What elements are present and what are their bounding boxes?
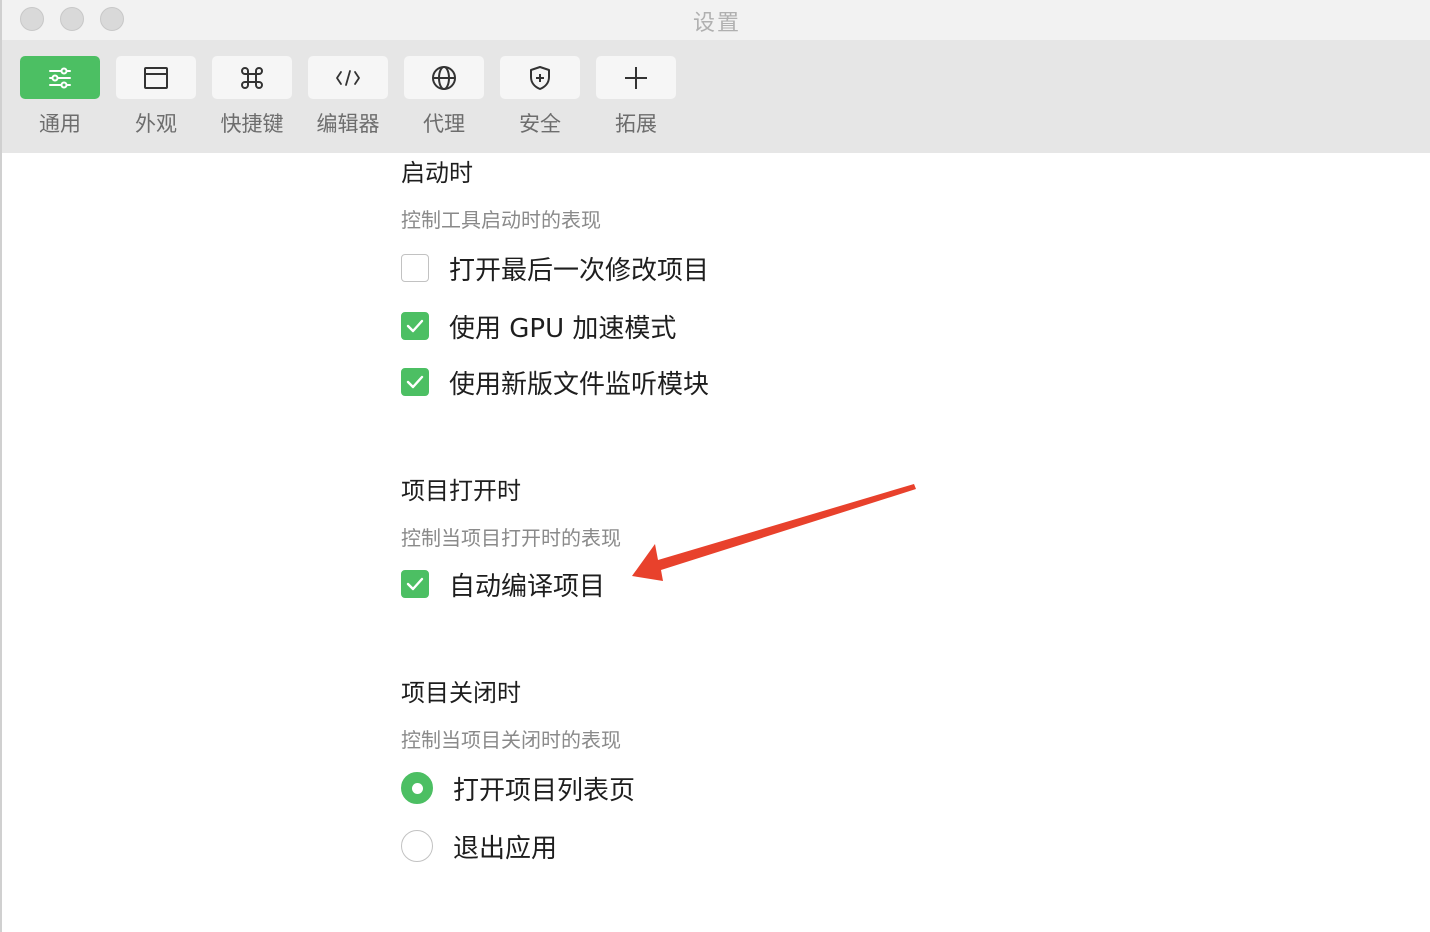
plus-icon	[625, 66, 647, 89]
tab-proxy[interactable]: 代理	[404, 56, 484, 146]
tab-shortcuts-button[interactable]	[212, 56, 292, 99]
annotation-arrow-icon	[632, 484, 916, 581]
option-label: 打开项目列表页	[453, 775, 636, 806]
tab-shortcuts-label: 快捷键	[220, 112, 284, 136]
tab-appearance[interactable]: 外观	[116, 56, 196, 146]
tab-editor-label: 编辑器	[316, 112, 380, 136]
option-auto-compile[interactable]: 自动编译项目	[401, 568, 606, 602]
tab-extensions-label: 拓展	[615, 112, 657, 136]
tab-editor[interactable]: 编辑器	[308, 56, 388, 146]
sliders-icon	[49, 67, 71, 88]
settings-toolbar: 通用 外观 快捷键 编辑器 代理 安全 拓展	[2, 40, 1430, 153]
tab-general-button[interactable]	[20, 56, 100, 99]
window-icon	[144, 66, 168, 89]
shield-icon	[530, 65, 550, 90]
tab-appearance-label: 外观	[135, 112, 177, 136]
section-title-startup: 启动时	[401, 159, 473, 187]
globe-icon	[432, 65, 456, 90]
checkbox-auto-compile[interactable]	[401, 570, 429, 598]
option-quit-app[interactable]: 退出应用	[401, 830, 558, 864]
radio-dot	[411, 782, 423, 794]
option-label: 退出应用	[453, 833, 558, 864]
tab-appearance-button[interactable]	[116, 56, 196, 99]
tab-security[interactable]: 安全	[500, 56, 580, 146]
option-open-project-list[interactable]: 打开项目列表页	[401, 772, 636, 806]
tab-proxy-label: 代理	[423, 112, 465, 136]
title-bar: 设置	[2, 0, 1430, 40]
checkmark-icon	[406, 319, 424, 333]
checkbox-new-file-watcher[interactable]	[401, 368, 429, 396]
tab-general-label: 通用	[39, 112, 81, 136]
option-label: 使用 GPU 加速模式	[449, 313, 677, 344]
tab-security-label: 安全	[519, 112, 561, 136]
checkbox-gpu-acceleration[interactable]	[401, 312, 429, 340]
option-label: 使用新版文件监听模块	[449, 369, 710, 400]
tab-extensions-button[interactable]	[596, 56, 676, 99]
tab-shortcuts[interactable]: 快捷键	[212, 56, 292, 146]
window-title: 设置	[692, 11, 741, 36]
option-label: 自动编译项目	[449, 571, 606, 602]
radio-quit-app[interactable]	[401, 830, 433, 862]
checkmark-icon	[406, 375, 424, 389]
tab-general[interactable]: 通用	[20, 56, 100, 146]
tab-extensions[interactable]: 拓展	[596, 56, 676, 146]
checkbox-open-last-project[interactable]	[401, 254, 429, 282]
option-label: 打开最后一次修改项目	[449, 255, 710, 286]
command-key-icon	[241, 66, 263, 89]
checkmark-icon	[406, 577, 424, 591]
section-title-project-close: 项目关闭时	[401, 679, 521, 707]
option-new-file-watcher[interactable]: 使用新版文件监听模块	[401, 366, 710, 400]
radio-open-project-list[interactable]	[401, 772, 433, 804]
section-desc-startup: 控制工具启动时的表现	[401, 208, 601, 232]
tab-security-button[interactable]	[500, 56, 580, 99]
option-open-last-project[interactable]: 打开最后一次修改项目	[401, 252, 710, 286]
section-title-project-open: 项目打开时	[401, 477, 521, 505]
code-icon	[336, 69, 360, 86]
option-gpu-acceleration[interactable]: 使用 GPU 加速模式	[401, 310, 677, 344]
settings-window: 设置 通用 外观 快捷键 编辑器 代理 安全 拓展 启动时 控制工具启动时的表现…	[0, 0, 1430, 932]
tab-editor-button[interactable]	[308, 56, 388, 99]
section-desc-project-close: 控制当项目关闭时的表现	[401, 728, 621, 752]
tab-proxy-button[interactable]	[404, 56, 484, 99]
section-desc-project-open: 控制当项目打开时的表现	[401, 526, 621, 550]
